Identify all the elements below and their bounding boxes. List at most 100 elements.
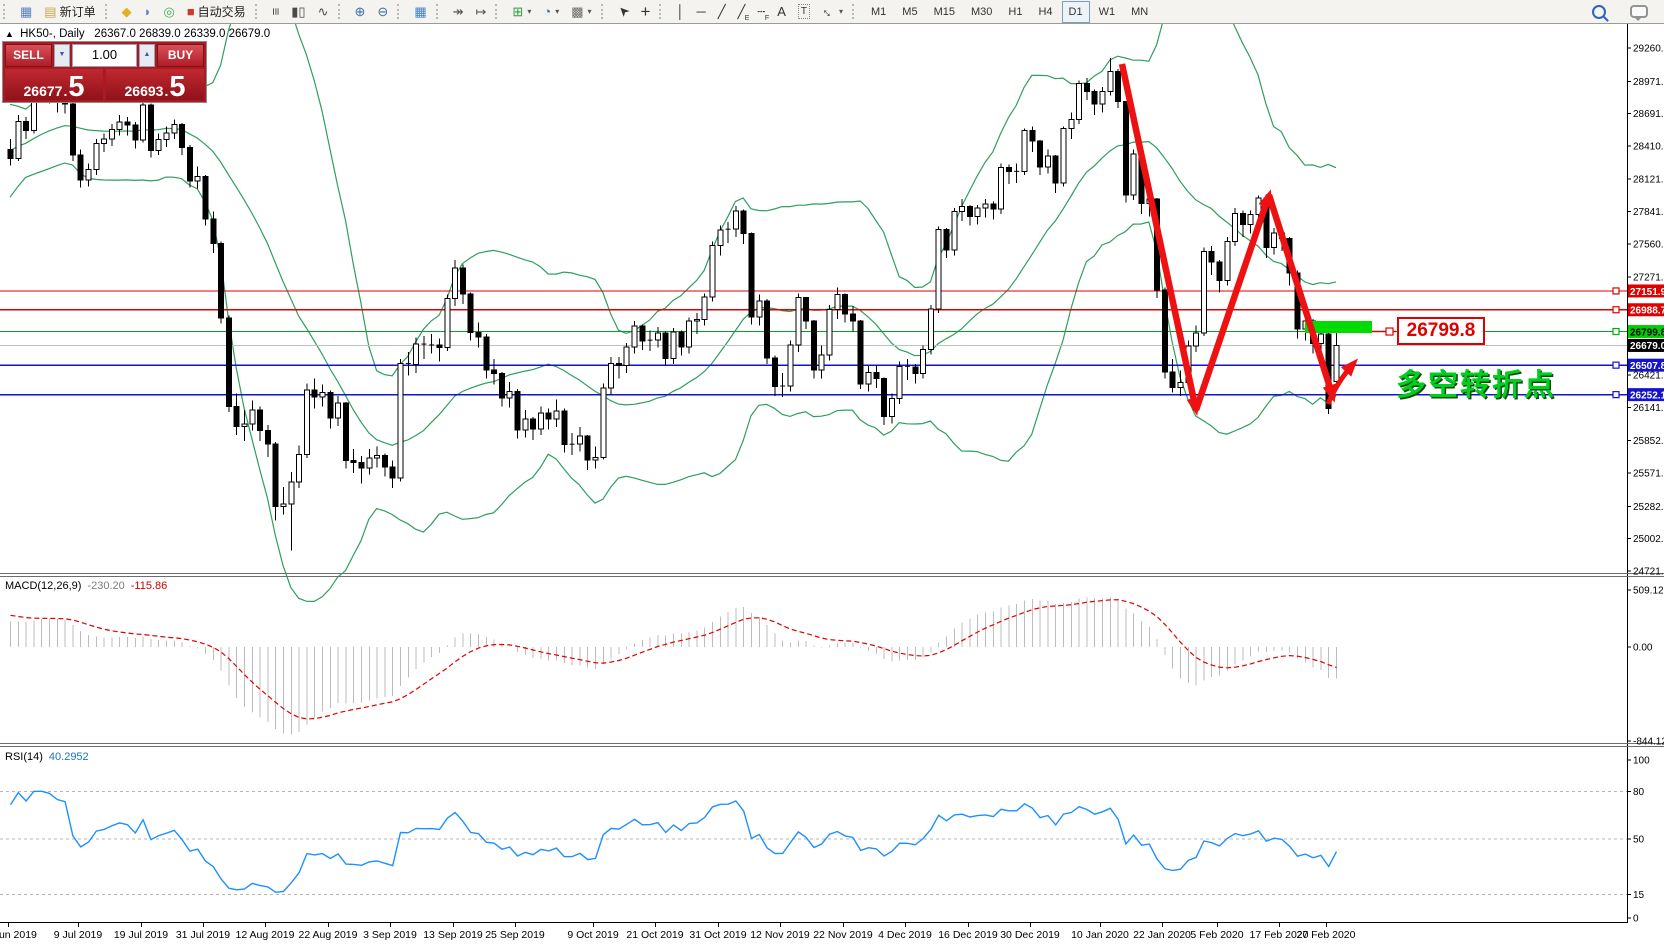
svg-text:28971.5: 28971.5 [1633,77,1664,88]
tf-m1[interactable]: M1 [864,1,893,23]
chart-shift-button[interactable]: ↦ [471,1,492,23]
trendline-button[interactable]: ╱ [713,1,731,23]
toolbar-grip [397,4,404,19]
price-level-callout[interactable]: 26799.8 [1397,317,1485,345]
svg-text:22 Aug 2019: 22 Aug 2019 [299,929,358,941]
buy-button[interactable]: BUY [157,44,204,67]
market-icon: ◗ [143,4,152,19]
market-button[interactable]: ◗ [139,1,157,23]
chart-canvas[interactable]: 29260.5 28971.5 28691.0 28410.5 28121.5 27841… [0,24,1664,945]
tf-m5[interactable]: M5 [895,1,924,23]
arrows-button[interactable]: ↔ ▾ [817,1,848,23]
periods-button[interactable]: ◔ ▾ [538,1,564,23]
text-label-button[interactable]: T [793,1,815,23]
crosshair-button[interactable]: + [635,1,655,23]
autotrading-icon: ■ [186,4,195,19]
search-button[interactable] [1587,1,1611,23]
svg-text:50: 50 [1633,835,1645,846]
tf-h4[interactable]: H4 [1031,1,1059,23]
svg-text:26799.8: 26799.8 [1630,327,1664,338]
toolbar-grip [104,4,112,19]
svg-text:25852.0: 25852.0 [1633,436,1664,447]
toolbar-group-objects: │ ─ ╱ ╱ E ┄ F A T ↔ ▾ [656,0,849,23]
toolbar: ▦ ▤ 新订单 ◆ ◗ ◎ ■ 自动交易 ≡ ▮▯ ∿ ⊕ ⊖ ▦ ↠ ↦ ⊞ ▾ ◔ ▾ ▩ ▾ ➤ + │ ─ ╱ ╱ E ┄ F A T ↔… [0,0,1664,24]
svg-text:31 Oct 2019: 31 Oct 2019 [689,929,746,941]
toolbar-grip [852,4,859,19]
svg-text:21 Oct 2019: 21 Oct 2019 [626,929,683,941]
vertical-line-button[interactable]: │ [671,1,689,23]
tf-h1[interactable]: H1 [1001,1,1029,23]
toolbar-grip [659,4,666,19]
auto-scroll-button[interactable]: ↠ [448,1,469,23]
zoom-in-button[interactable]: ⊕ [350,1,371,23]
collapse-icon[interactable]: ▲ [5,29,14,39]
bar-chart-button[interactable]: ≡ [267,1,285,23]
metaeditor-button[interactable]: ◆ [117,1,137,23]
toolbar-grip [3,4,10,19]
svg-text:15: 15 [1633,890,1645,901]
toolbar-grip [495,4,502,19]
signals-icon: ◎ [163,4,175,19]
chart-ohlc-values: 26367.0 26839.0 26339.0 26679.0 [94,28,271,40]
chat-icon [1630,5,1648,21]
metaeditor-icon: ◆ [121,4,132,19]
cursor-icon: ➤ [613,2,633,21]
chart-shift-icon: ↦ [475,4,487,19]
volume-input[interactable]: 1.00 [72,44,137,67]
toolbar-grip [254,4,262,19]
axis-chrome [0,24,1664,923]
chart-symbol-period: HK50-, Daily [20,28,85,40]
mt4-terminal: ▦ ▤ 新订单 ◆ ◗ ◎ ■ 自动交易 ≡ ▮▯ ∿ ⊕ ⊖ ▦ ↠ ↦ ⊞ ▾ ◔ ▾ ▩ ▾ ➤ + │ ─ ╱ ╱ E ┄ F A T ↔… [0,0,1664,945]
tf-d1[interactable]: D1 [1061,0,1090,23]
toolbar-group-chart-type: ≡ ▮▯ ∿ [252,0,335,23]
sell-price[interactable]: 26677. 5 [5,69,103,102]
templates-button[interactable]: ▩ ▾ [566,1,596,23]
svg-text:28121.5: 28121.5 [1633,175,1664,186]
one-click-trade-panel: SELL ▼ 1.00 ▲ BUY 26677. 5 26693. 5 [2,41,207,103]
svg-text:0: 0 [1633,914,1639,925]
horizontal-line-button[interactable]: ─ [692,1,711,23]
new-chart-icon: ▦ [20,4,33,19]
tile-windows-button[interactable]: ▦ [409,1,431,23]
text-button[interactable]: A [772,1,791,23]
line-chart-button[interactable]: ∿ [313,1,334,23]
svg-text:24721.5: 24721.5 [1633,566,1664,577]
signals-button[interactable]: ◎ [158,1,179,23]
toolbar-group-insert: ⊞ ▾ ◔ ▾ ▩ ▾ [492,0,597,23]
macd-histogram [10,596,1337,735]
zoom-out-button[interactable]: ⊖ [372,1,393,23]
zoom-in-icon: ⊕ [354,4,366,19]
autotrading-button[interactable]: ■ 自动交易 [182,1,251,23]
tf-m30[interactable]: M30 [964,1,999,23]
horizontal-line-icon: ─ [696,4,706,19]
tf-m15[interactable]: M15 [927,1,962,23]
svg-text:27841.0: 27841.0 [1633,207,1664,218]
candlestick-button[interactable]: ▮▯ [286,1,310,23]
sell-button[interactable]: SELL [5,44,52,67]
arrows-icon: ↔ [818,1,839,22]
indicators-button[interactable]: ⊞ ▾ [507,1,536,23]
buy-price[interactable]: 26693. 5 [106,69,204,102]
svg-text:19 Jul 2019: 19 Jul 2019 [114,929,168,941]
macd-value: -230.20 [87,580,125,592]
tf-w1[interactable]: W1 [1092,1,1123,23]
volume-decrease-button[interactable]: ▼ [54,44,70,67]
zoom-out-icon: ⊖ [377,4,389,19]
svg-text:4 Dec 2019: 4 Dec 2019 [878,929,932,941]
svg-text:12 Nov 2019: 12 Nov 2019 [750,929,810,941]
toolbar-group-zoom: ⊕ ⊖ [335,0,395,23]
cursor-button[interactable]: ➤ [613,1,634,23]
indicators-icon: ⊞ [512,4,524,19]
new-order-button[interactable]: ▤ 新订单 [39,1,100,23]
fibonacci-button[interactable]: ┄ F [752,1,770,23]
volume-increase-button[interactable]: ▲ [139,44,155,67]
toolbar-group-pointer: ➤ + [598,0,657,23]
new-chart-button[interactable]: ▦ [15,1,37,23]
macd-signal-line [10,599,1337,720]
svg-text:0.00: 0.00 [1633,643,1653,654]
community-button[interactable] [1625,1,1653,23]
tf-mn[interactable]: MN [1124,1,1155,23]
turning-point-annotation[interactable]: 多空转折点 [1396,360,1556,404]
svg-text:9 Jul 2019: 9 Jul 2019 [54,929,103,941]
channel-button[interactable]: ╱ E [733,1,751,23]
